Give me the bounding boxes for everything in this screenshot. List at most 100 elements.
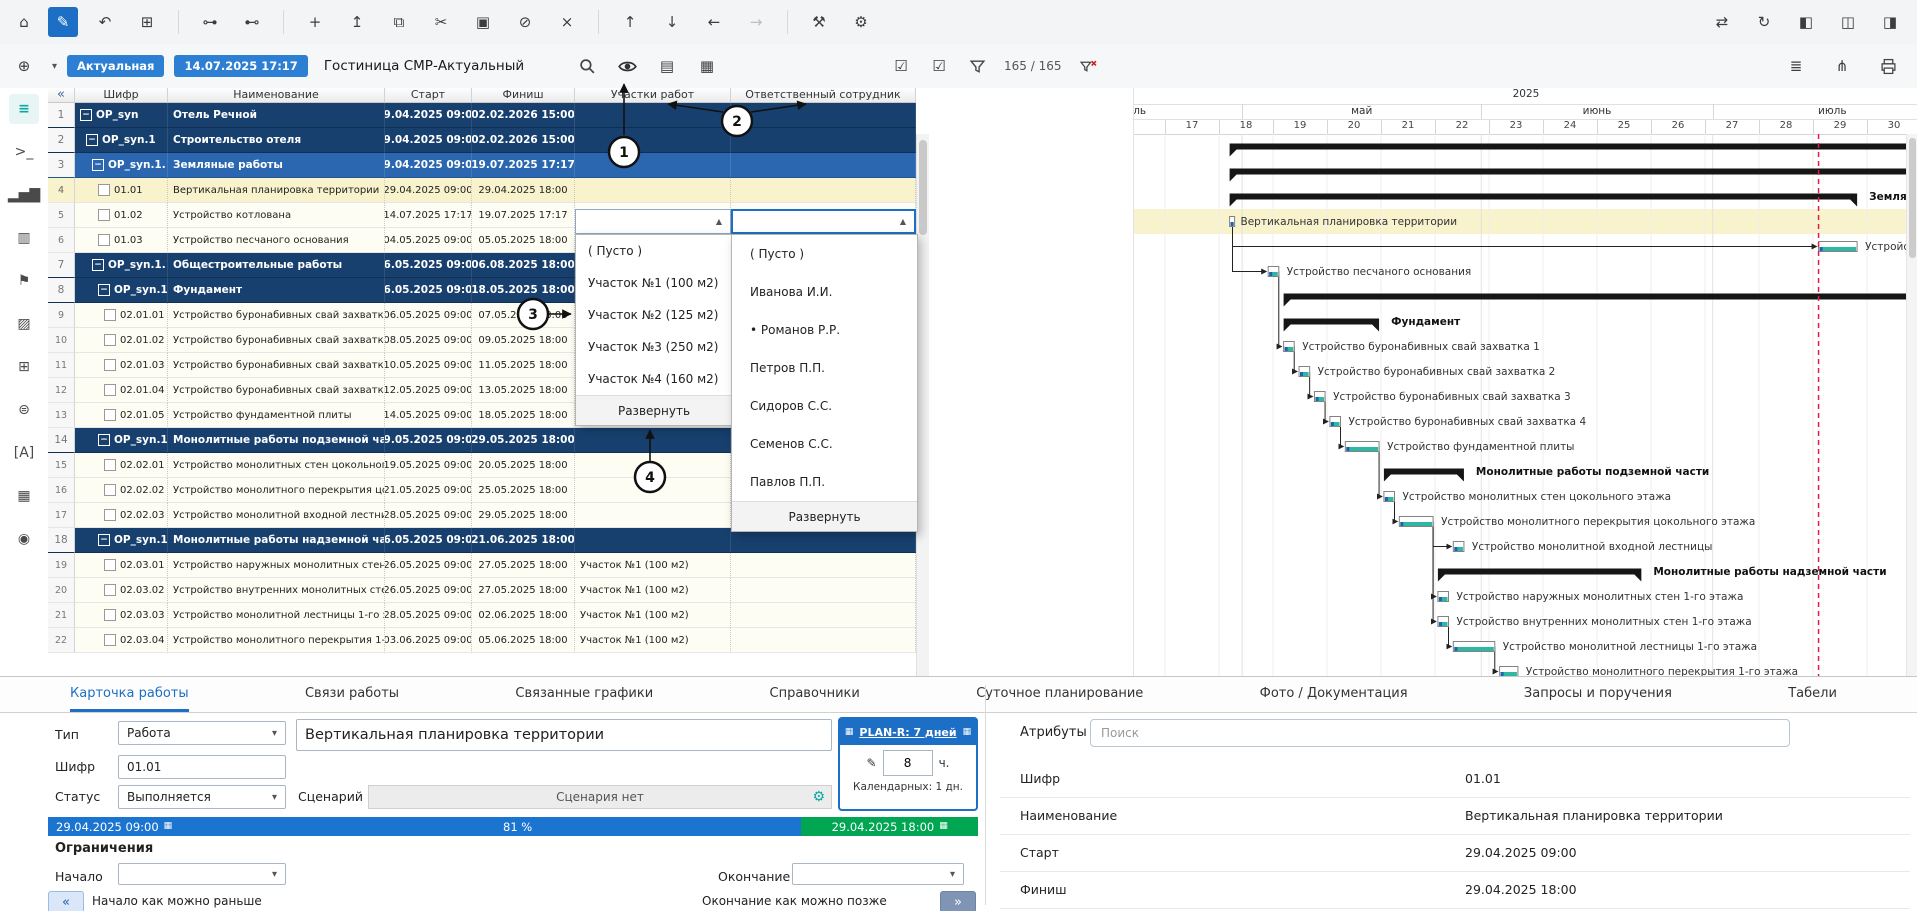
scenario-gear-icon[interactable]: ⚙	[812, 789, 825, 805]
sidebar-materials-icon[interactable]: ▨	[9, 309, 39, 339]
gantt-task-bar[interactable]	[1284, 342, 1295, 352]
table-row[interactable]: 18−OP_syn.1.1.Монолитные работы надземно…	[48, 528, 929, 553]
constraint-start-select[interactable]: ▾	[118, 863, 286, 885]
progress-bar[interactable]: 29.04.2025 09:00 ▦ 29.04.2025 18:00 ▦ 81…	[48, 817, 978, 836]
collapse-box-icon[interactable]: −	[92, 259, 104, 271]
version-badge[interactable]: Актуальная	[67, 55, 164, 77]
gantt-task-bar[interactable]	[1299, 367, 1310, 377]
constraint-prev-button[interactable]: «	[48, 891, 84, 911]
clear-filter-icon[interactable]	[1073, 51, 1103, 81]
task-checkbox[interactable]	[104, 459, 116, 471]
table-row[interactable]: 2202.03.04Устройство монолитного перекры…	[48, 628, 929, 653]
gantt-task-bar[interactable]	[1345, 442, 1379, 452]
dropdown-expand-option[interactable]: Развернуть	[576, 395, 732, 425]
column-header[interactable]: Участки работ	[575, 88, 731, 103]
gantt-task-bar[interactable]	[1399, 517, 1433, 527]
search-icon[interactable]	[572, 51, 602, 81]
gantt-task-bar[interactable]	[1819, 242, 1858, 252]
gantt-scrollbar-thumb[interactable]	[1909, 138, 1916, 258]
dropdown-option[interactable]: Участок №1 (100 м2)	[576, 267, 732, 299]
table-row[interactable]: 1−OP_synОтель Речной29.04.2025 09:0002.0…	[48, 103, 929, 128]
collapse-box-icon[interactable]: −	[92, 159, 104, 171]
task-checkbox[interactable]	[104, 634, 116, 646]
sidebar-text-style-icon[interactable]: [A]	[9, 438, 39, 468]
task-checkbox[interactable]	[104, 409, 116, 421]
sidebar-reports-icon[interactable]: ▥	[9, 223, 39, 253]
code-input[interactable]	[118, 755, 286, 779]
column-header[interactable]: Шифр	[75, 88, 168, 103]
print-icon[interactable]	[1873, 51, 1903, 81]
gantt-summary-bar[interactable]	[1384, 469, 1464, 482]
dropdown-option[interactable]: ( Пусто )	[732, 235, 917, 273]
detail-tab-6[interactable]: Фото / Документация	[1260, 677, 1408, 712]
gantt-task-bar[interactable]	[1453, 542, 1464, 552]
collapse-box-icon[interactable]: −	[80, 109, 92, 121]
dropdown-option[interactable]: Участок №4 (160 м2)	[576, 363, 732, 395]
detail-tab-5[interactable]: Суточное планирование	[976, 677, 1143, 712]
calculator-icon[interactable]: ⊞	[132, 7, 162, 37]
column-header[interactable]: Старт	[385, 88, 472, 103]
constraint-finish-select[interactable]: ▾	[792, 863, 964, 885]
settings-gear-icon[interactable]: ⚙	[846, 7, 876, 37]
gantt-task-bar[interactable]	[1314, 392, 1325, 402]
dropdown-option[interactable]: Участок №2 (125 м2)	[576, 299, 732, 331]
detail-tab-2[interactable]: Связи работы	[305, 677, 399, 712]
detail-tab-7[interactable]: Запросы и поручения	[1524, 677, 1672, 712]
insert-task-icon[interactable]: ↥	[342, 7, 372, 37]
table-row[interactable]: 3−OP_syn.1.1.1Земляные работы29.04.2025 …	[48, 153, 929, 178]
collapse-box-icon[interactable]: −	[98, 434, 110, 446]
collapse-box-icon[interactable]: −	[86, 134, 98, 146]
table-scrollbar-thumb[interactable]	[919, 140, 927, 235]
column-header[interactable]: Ответственный сотрудник	[731, 88, 916, 103]
tools-wrench-icon[interactable]: ⚒	[804, 7, 834, 37]
cut-icon[interactable]: ✂	[426, 7, 456, 37]
gantt-task-bar[interactable]	[1438, 592, 1449, 602]
table-row[interactable]: 401.01Вертикальная планировка территории…	[48, 178, 929, 203]
gantt-settings-icon[interactable]: ≣	[1781, 51, 1811, 81]
indent-icon[interactable]: →	[741, 7, 771, 37]
sidebar-modules-icon[interactable]: ⊞	[9, 352, 39, 382]
filter-icon[interactable]	[962, 51, 992, 81]
version-date-badge[interactable]: 14.07.2025 17:17	[174, 55, 307, 77]
check-all-icon[interactable]: ☑	[924, 51, 954, 81]
task-checkbox[interactable]	[104, 609, 116, 621]
project-caret-icon[interactable]: ▾	[52, 61, 57, 72]
gantt-task-bar[interactable]	[1268, 267, 1279, 277]
task-checkbox[interactable]	[104, 509, 116, 521]
copy-icon[interactable]: ⧉	[384, 7, 414, 37]
outdent-icon[interactable]: ←	[699, 7, 729, 37]
sidebar-flags-icon[interactable]: ⚑	[9, 266, 39, 296]
add-task-icon[interactable]: +	[300, 7, 330, 37]
table-row[interactable]: 1902.03.01Устройство наружных монолитных…	[48, 553, 929, 578]
paste-icon[interactable]: ▣	[468, 7, 498, 37]
gantt-task-bar[interactable]	[1438, 617, 1449, 627]
gantt-task-bar[interactable]	[1453, 642, 1494, 652]
eraser-icon[interactable]: ⊘	[510, 7, 540, 37]
column-header[interactable]: Наименование	[168, 88, 385, 103]
dropdown-option[interactable]: Семенов С.С.	[732, 425, 917, 463]
task-checkbox[interactable]	[98, 209, 110, 221]
task-checkbox[interactable]	[98, 184, 110, 196]
plan-badge-label[interactable]: PLAN-R: 7 дней	[859, 726, 956, 739]
detail-tab-8[interactable]: Табели	[1788, 677, 1837, 712]
task-checkbox[interactable]	[98, 234, 110, 246]
sidebar-menu-icon[interactable]: ≡	[9, 94, 39, 124]
gantt-task-bar[interactable]	[1384, 492, 1395, 502]
gantt-summary-bar[interactable]	[1230, 144, 1917, 157]
home-icon[interactable]: ⌂	[9, 7, 39, 37]
collapse-box-icon[interactable]: −	[98, 284, 110, 296]
dropdown-option[interactable]: Иванова И.И.	[732, 273, 917, 311]
edit-pencil-icon[interactable]: ✎	[48, 7, 78, 37]
gantt-summary-bar[interactable]	[1284, 319, 1379, 332]
dropdown-option[interactable]: Сидоров С.С.	[732, 387, 917, 425]
sidebar-calendar-icon[interactable]: ▦	[9, 481, 39, 511]
hours-input[interactable]	[883, 750, 933, 776]
link-tasks-icon[interactable]: ⊶	[195, 7, 225, 37]
dropdown-option[interactable]: • Романов Р.Р.	[732, 311, 917, 349]
collapse-panel-button[interactable]: «	[48, 88, 75, 103]
layout-split-icon[interactable]: ◫	[1833, 7, 1863, 37]
dropdown-option[interactable]: Павлов П.П.	[732, 463, 917, 501]
sidebar-console-icon[interactable]: >_	[9, 137, 39, 167]
sidebar-watch-icon[interactable]: ◉	[9, 524, 39, 554]
detail-tab-3[interactable]: Связанные графики	[515, 677, 653, 712]
